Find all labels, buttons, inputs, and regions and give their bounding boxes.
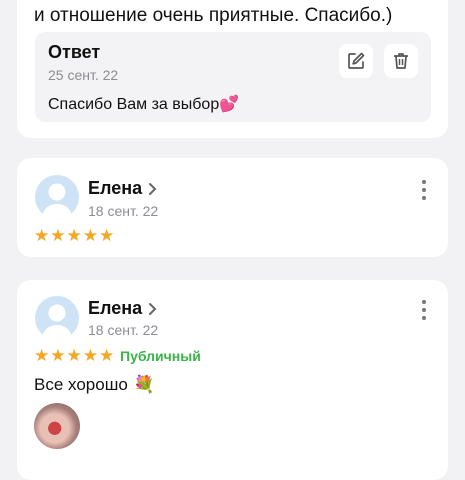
avatar[interactable] (35, 175, 79, 219)
author-name-link[interactable]: Елена (88, 178, 157, 199)
star-icon: ★ (66, 346, 82, 365)
author-name: Елена (88, 298, 143, 318)
review-photo-thumbnail[interactable] (34, 403, 80, 449)
author-name: Елена (88, 178, 143, 198)
review-text-body: Все хорошо (34, 375, 128, 394)
trash-icon (394, 53, 408, 69)
star-icon: ★ (34, 226, 50, 245)
rating-stars: ★ ★ ★ ★ ★ (34, 347, 114, 364)
chevron-right-icon (149, 182, 157, 195)
user-placeholder-icon (42, 183, 72, 219)
review-card-previous: и отношение очень приятные. Спасибо.) От… (17, 0, 448, 138)
user-placeholder-icon (42, 304, 72, 340)
reply-box: Ответ 25 сент. 22 Спасибо Вам за выбор💕 (35, 32, 431, 122)
bouquet-emoji: 💐 (133, 375, 155, 394)
star-icon: ★ (99, 226, 115, 245)
status-badge: Публичный (120, 348, 201, 364)
chevron-right-icon (149, 302, 157, 315)
avatar[interactable] (35, 296, 79, 340)
star-icon: ★ (34, 346, 50, 365)
star-icon: ★ (50, 226, 66, 245)
edit-icon (348, 52, 365, 69)
reply-text-body: Спасибо Вам за выбор (48, 96, 220, 113)
reply-text: Спасибо Вам за выбор💕 (48, 94, 239, 114)
star-icon: ★ (66, 226, 82, 245)
review-card: Елена 18 сент. 22 ★ ★ ★ ★ ★ Публичный Вс… (17, 280, 448, 480)
star-icon: ★ (82, 226, 98, 245)
star-icon: ★ (82, 346, 98, 365)
reply-title: Ответ (48, 42, 101, 62)
delete-reply-button[interactable] (384, 44, 418, 78)
edit-reply-button[interactable] (339, 44, 373, 78)
rating-stars: ★ ★ ★ ★ ★ (34, 227, 114, 244)
more-options-icon[interactable] (422, 180, 426, 200)
star-icon: ★ (50, 346, 66, 365)
review-text: и отношение очень приятные. Спасибо.) (34, 5, 393, 26)
star-icon: ★ (99, 346, 115, 365)
reply-date: 25 сент. 22 (48, 67, 119, 83)
review-date: 18 сент. 22 (88, 203, 159, 219)
review-card: Елена 18 сент. 22 ★ ★ ★ ★ ★ (17, 158, 448, 257)
more-options-icon[interactable] (422, 300, 426, 320)
hearts-emoji: 💕 (219, 96, 240, 113)
review-text: Все хорошо 💐 (34, 375, 155, 395)
review-date: 18 сент. 22 (88, 322, 159, 338)
author-name-link[interactable]: Елена (88, 298, 157, 319)
